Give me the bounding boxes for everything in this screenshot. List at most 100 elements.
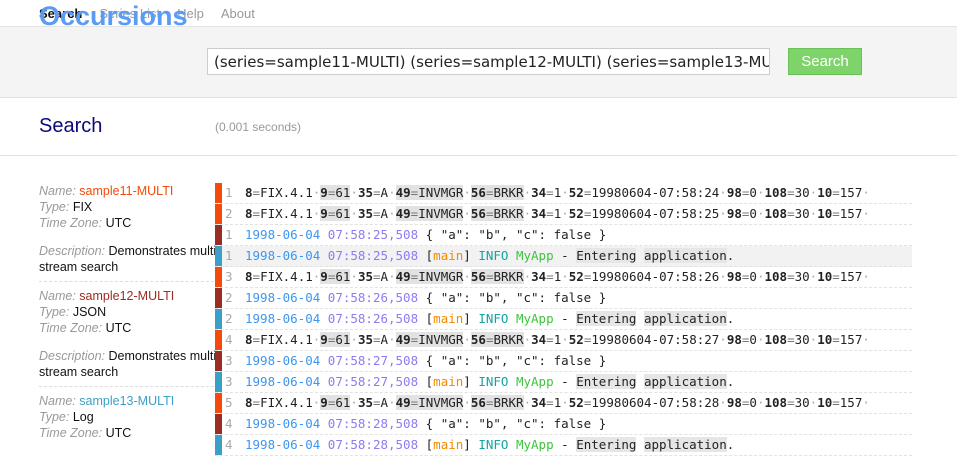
line-number: 2 (225, 290, 233, 305)
fix-separator: · (523, 185, 532, 200)
log-row[interactable]: 3 1998-06-04 07:58:27,508 [main] INFO MyA… (215, 372, 912, 393)
fix-separator: · (719, 269, 727, 284)
log-row[interactable]: 1 1998-06-04 07:58:25,508 { "a": "b", "c"… (215, 225, 912, 246)
fix-equals: = (787, 332, 795, 347)
fix-field: 9=61 (320, 395, 351, 410)
header: Occursions (series=sample11-MULTI) (seri… (0, 1, 957, 98)
fix-field: 10=157 (817, 395, 862, 410)
fix-separator: · (719, 395, 727, 410)
series-name-line: Name: sample12-MULTI (39, 288, 219, 304)
nav-about[interactable]: About (221, 6, 255, 21)
line-number: 3 (225, 374, 233, 389)
fix-field: 56=BRKR (470, 269, 524, 284)
log-date: 1998-06-04 (245, 374, 321, 389)
fix-tag: 108 (764, 332, 788, 347)
series-name[interactable]: sample13-MULTI (79, 394, 174, 408)
fix-value: INVMGR (418, 395, 464, 410)
line-number: 2 (225, 311, 233, 326)
fix-equals: = (373, 332, 381, 347)
fix-tag: 8 (245, 185, 253, 200)
fix-field: 49=INVMGR (395, 332, 464, 347)
fix-field: 9=61 (320, 332, 351, 347)
bracket: ] (463, 374, 479, 389)
series-color-bar (215, 246, 222, 266)
fix-value: 61 (335, 185, 351, 200)
fix-value: 0 (749, 185, 757, 200)
fix-tag: 10 (817, 269, 833, 284)
fix-equals: = (252, 185, 261, 200)
log-text: 1998-06-04 07:58:27,508 { "a": "b", "c":… (245, 351, 606, 371)
fix-equals: = (787, 185, 795, 200)
fix-equals: = (832, 185, 840, 200)
fix-tag: 98 (726, 332, 742, 347)
fix-separator: · (862, 269, 870, 284)
type-label: Type: (39, 305, 73, 319)
brand-logo[interactable]: Occursions (39, 0, 188, 51)
series-tz-line: Time Zone: UTC (39, 215, 219, 231)
log-text: 1998-06-04 07:58:25,508 [main] INFO MyAp… (245, 248, 735, 263)
fix-equals: = (546, 185, 554, 200)
series-name[interactable]: sample11-MULTI (79, 184, 173, 198)
fix-field: 52=19980604-07:58:25 (569, 206, 720, 221)
series-sidebar: Name: sample11-MULTI Type: FIX Time Zone: … (39, 183, 219, 453)
fix-value: 19980604-07:58:27 (591, 332, 720, 347)
fix-value: FIX.4.1 (260, 206, 313, 221)
fix-value: 157 (839, 332, 863, 347)
fix-value: 61 (335, 269, 351, 284)
log-row[interactable]: 1 1998-06-04 07:58:25,508 [main] INFO MyA… (215, 246, 912, 267)
fix-field: 108=30 (764, 395, 809, 410)
line-number: 4 (225, 416, 233, 431)
series-type-line: Type: FIX (39, 199, 219, 215)
fix-tag: 108 (764, 206, 788, 221)
log-row[interactable]: 2 1998-06-04 07:58:26,508 { "a": "b", "c"… (215, 288, 912, 309)
fix-value: 157 (839, 269, 863, 284)
fix-equals: = (252, 332, 261, 347)
log-message-word: Entering (576, 311, 637, 326)
fix-equals: = (546, 332, 554, 347)
log-row[interactable]: 2 8=FIX.4.1·9=61·35=A·49=INVMGR·56=BRKR·3… (215, 204, 912, 225)
series-name[interactable]: sample12-MULTI (79, 289, 174, 303)
fix-separator: · (388, 395, 396, 410)
fix-field: 8=FIX.4.1 (245, 269, 313, 284)
log-message-word: Entering (576, 437, 637, 452)
log-row[interactable]: 3 1998-06-04 07:58:27,508 { "a": "b", "c"… (215, 351, 912, 372)
log-row[interactable]: 1 8=FIX.4.1·9=61·35=A·49=INVMGR·56=BRKR·3… (215, 183, 912, 204)
fix-field: 10=157 (817, 269, 862, 284)
log-row[interactable]: 4 1998-06-04 07:58:28,508 [main] INFO MyA… (215, 435, 912, 456)
fix-value: 157 (839, 206, 863, 221)
log-message-word: Entering (576, 374, 637, 389)
fix-field: 34=1 (531, 269, 561, 284)
fix-field: 52=19980604-07:58:24 (569, 185, 720, 200)
log-row[interactable]: 4 1998-06-04 07:58:28,508 { "a": "b", "c"… (215, 414, 912, 435)
log-text: 8=FIX.4.1·9=61·35=A·49=INVMGR·56=BRKR·34… (245, 204, 870, 224)
fix-value: FIX.4.1 (260, 269, 313, 284)
fix-tag: 9 (320, 395, 328, 410)
fix-value: 157 (839, 395, 863, 410)
fix-value: BRKR (493, 185, 524, 200)
search-button[interactable]: Search (788, 48, 862, 75)
fix-field: 49=INVMGR (395, 206, 464, 221)
log-row[interactable]: 2 1998-06-04 07:58:26,508 [main] INFO MyA… (215, 309, 912, 330)
log-message-end: . (726, 311, 735, 326)
fix-field: 108=30 (764, 185, 809, 200)
log-message-word: Entering (576, 248, 637, 263)
log-text: 1998-06-04 07:58:27,508 [main] INFO MyAp… (245, 374, 735, 389)
fix-value: 61 (335, 206, 351, 221)
fix-value: 19980604-07:58:26 (591, 269, 720, 284)
log-row[interactable]: 4 8=FIX.4.1·9=61·35=A·49=INVMGR·56=BRKR·3… (215, 330, 912, 351)
series-desc-line: Description: Demonstrates multi stream s… (39, 243, 219, 275)
fix-equals: = (373, 206, 381, 221)
fix-field: 56=BRKR (470, 185, 524, 200)
fix-value: 61 (335, 332, 351, 347)
log-date: 1998-06-04 (245, 437, 321, 452)
fix-tag: 34 (531, 185, 547, 200)
search-input[interactable]: (series=sample11-MULTI) (series=sample12… (207, 48, 770, 75)
fix-tag: 8 (245, 206, 253, 221)
fix-value: INVMGR (418, 206, 464, 221)
log-row[interactable]: 5 8=FIX.4.1·9=61·35=A·49=INVMGR·56=BRKR·3… (215, 393, 912, 414)
log-row[interactable]: 3 8=FIX.4.1·9=61·35=A·49=INVMGR·56=BRKR·3… (215, 267, 912, 288)
line-number: 1 (225, 185, 233, 200)
log-text: 1998-06-04 07:58:28,508 [main] INFO MyAp… (245, 437, 735, 452)
fix-tag: 49 (395, 332, 411, 347)
fix-separator: · (463, 395, 471, 410)
